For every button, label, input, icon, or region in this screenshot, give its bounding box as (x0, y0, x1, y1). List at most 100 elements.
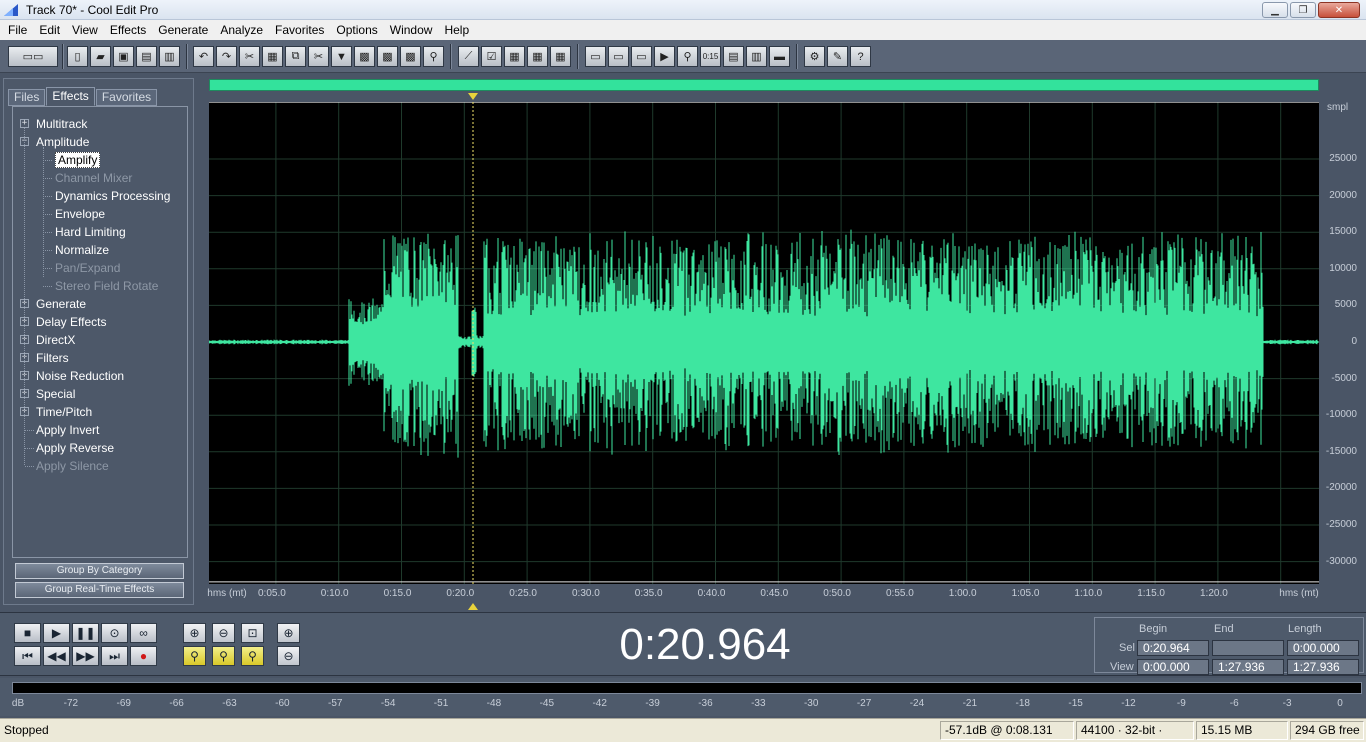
tab-effects[interactable]: Effects (46, 87, 95, 106)
tree-item-stereo-field-rotate[interactable]: Stereo Field Rotate (55, 277, 158, 295)
open-file-button[interactable]: ▰ (90, 46, 111, 67)
undo-button[interactable]: ↶ (193, 46, 214, 67)
close-file-button[interactable]: ▥ (159, 46, 180, 67)
pause-button[interactable]: ❚❚ (72, 623, 99, 643)
toggle-multitrack-button[interactable]: ▭▭ (8, 46, 58, 67)
grid-c-button[interactable]: ▦ (550, 46, 571, 67)
play-to-end-button[interactable]: ⊙ (101, 623, 128, 643)
zoom-toggle-button[interactable]: ⚲ (677, 46, 698, 67)
copy-new-button[interactable]: ▦ (262, 46, 283, 67)
envelope-button[interactable]: ⟋ (458, 46, 479, 67)
view-a-button[interactable]: ▭ (585, 46, 606, 67)
tree-item-noise-reduction[interactable]: Noise Reduction (36, 367, 124, 385)
tree-item-channel-mixer[interactable]: Channel Mixer (55, 169, 132, 187)
selection-toggle-button[interactable]: ▤ (723, 46, 744, 67)
cut-button[interactable]: ✂ (308, 46, 329, 67)
tree-item-dynamics-processing[interactable]: Dynamics Processing (55, 187, 170, 205)
tree-item-apply-silence[interactable]: Apply Silence (36, 457, 109, 475)
goto-end-button[interactable]: ⏭ (101, 646, 128, 666)
rewind-button[interactable]: ◀◀ (43, 646, 70, 666)
loop-button[interactable]: ∞ (130, 623, 157, 643)
transport-toggle-button[interactable]: ▶ (654, 46, 675, 67)
zoom-left-button[interactable]: ⚲ (183, 646, 206, 666)
mix-paste-button[interactable]: ▩ (377, 46, 398, 67)
tree-item-apply-reverse[interactable]: Apply Reverse (36, 439, 114, 457)
view-end-field[interactable]: 1:27.936 (1212, 659, 1284, 675)
menu-options[interactable]: Options (330, 23, 383, 37)
record-button[interactable]: ● (130, 646, 157, 666)
view-length-field[interactable]: 1:27.936 (1287, 659, 1359, 675)
stop-button[interactable]: ■ (14, 623, 41, 643)
menu-window[interactable]: Window (384, 23, 439, 37)
save-as-button[interactable]: ▤ (136, 46, 157, 67)
status-toggle-button[interactable]: ▬ (769, 46, 790, 67)
tree-item-envelope[interactable]: Envelope (55, 205, 105, 223)
find-button[interactable]: ⚲ (423, 46, 444, 67)
menu-view[interactable]: View (66, 23, 104, 37)
zoom-in-button[interactable]: ⊕ (183, 623, 206, 643)
time-toggle-button[interactable]: 0:15 (700, 46, 721, 67)
zoom-selection-button[interactable]: ⚲ (241, 646, 264, 666)
tree-item-generate[interactable]: Generate (36, 295, 86, 313)
group-realtime-effects-button[interactable]: Group Real-Time Effects (15, 582, 184, 598)
waveform-display[interactable] (209, 102, 1319, 584)
sel-begin-field[interactable]: 0:20.964 (1137, 640, 1209, 656)
zoom-out-vertical-button[interactable]: ⊖ (277, 646, 300, 666)
menu-help[interactable]: Help (438, 23, 475, 37)
restore-button[interactable]: ❐ (1290, 2, 1316, 18)
tree-item-amplify[interactable]: Amplify (55, 151, 101, 169)
zoom-out-button[interactable]: ⊖ (212, 623, 235, 643)
minimize-button[interactable]: ▁ (1262, 2, 1288, 18)
close-button[interactable]: ✕ (1318, 2, 1360, 18)
trim-button[interactable]: ▩ (400, 46, 421, 67)
view-begin-field[interactable]: 0:00.000 (1137, 659, 1209, 675)
play-button[interactable]: ▶ (43, 623, 70, 643)
menu-generate[interactable]: Generate (152, 23, 214, 37)
grid-a-button[interactable]: ▦ (504, 46, 525, 67)
repeat-button[interactable]: ✂ (239, 46, 260, 67)
overview-bar[interactable] (209, 79, 1319, 91)
copy-button[interactable]: ⧉ (285, 46, 306, 67)
new-file-button[interactable]: ▯ (67, 46, 88, 67)
menu-favorites[interactable]: Favorites (269, 23, 330, 37)
zoom-full-button[interactable]: ⊡ (241, 623, 264, 643)
help-button[interactable]: ? (850, 46, 871, 67)
tree-item-pan-expand[interactable]: Pan/Expand (55, 259, 120, 277)
view-c-button[interactable]: ▭ (631, 46, 652, 67)
sel-length-field[interactable]: 0:00.000 (1287, 640, 1359, 656)
tab-files[interactable]: Files (8, 89, 46, 106)
zoom-right-button[interactable]: ⚲ (212, 646, 235, 666)
fast-forward-button[interactable]: ▶▶ (72, 646, 99, 666)
cursor-marker-bottom[interactable] (468, 603, 478, 610)
save-button[interactable]: ▣ (113, 46, 134, 67)
tree-item-delay-effects[interactable]: Delay Effects (36, 313, 106, 331)
script-button[interactable]: ✎ (827, 46, 848, 67)
redo-button[interactable]: ↷ (216, 46, 237, 67)
menu-analyze[interactable]: Analyze (214, 23, 269, 37)
grid-b-button[interactable]: ▦ (527, 46, 548, 67)
check-button[interactable]: ☑ (481, 46, 502, 67)
tree-item-multitrack[interactable]: Multitrack (36, 115, 87, 133)
menu-file[interactable]: File (2, 23, 33, 37)
tree-item-amplitude[interactable]: Amplitude (36, 133, 89, 151)
tree-item-special[interactable]: Special (36, 385, 75, 403)
tab-favorites[interactable]: Favorites (95, 89, 158, 106)
goto-start-button[interactable]: ⏮ (14, 646, 41, 666)
paste-button[interactable]: ▼ (331, 46, 352, 67)
menu-effects[interactable]: Effects (104, 23, 152, 37)
view-b-button[interactable]: ▭ (608, 46, 629, 67)
paste-new-button[interactable]: ▩ (354, 46, 375, 67)
sel-end-field[interactable] (1212, 640, 1284, 656)
settings-button[interactable]: ⚙ (804, 46, 825, 67)
tree-item-hard-limiting[interactable]: Hard Limiting (55, 223, 126, 241)
menu-edit[interactable]: Edit (33, 23, 66, 37)
zoom-in-vertical-button[interactable]: ⊕ (277, 623, 300, 643)
tree-item-normalize[interactable]: Normalize (55, 241, 109, 259)
level-toggle-button[interactable]: ▥ (746, 46, 767, 67)
cursor-marker-top[interactable] (468, 93, 478, 100)
tree-item-directx[interactable]: DirectX (36, 331, 75, 349)
expand-icon[interactable]: + (20, 119, 29, 128)
tree-item-apply-invert[interactable]: Apply Invert (36, 421, 99, 439)
tree-item-time-pitch[interactable]: Time/Pitch (36, 403, 92, 421)
tree-item-filters[interactable]: Filters (36, 349, 69, 367)
